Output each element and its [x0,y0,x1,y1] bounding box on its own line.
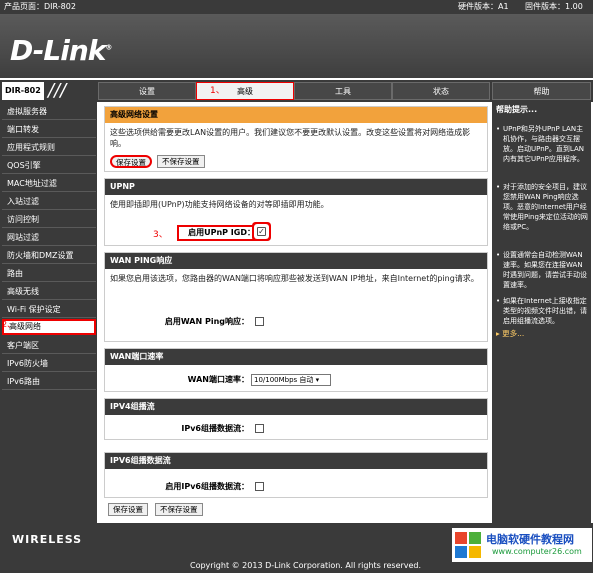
windows-logo-icon [455,532,481,558]
sidebar-item-guest-zone[interactable]: 客户端区 [2,338,96,354]
divider-slashes: /// [48,80,67,101]
section-title-wan-speed: WAN端口速率 [105,349,487,365]
sidebar-item-ipv6-firewall[interactable]: IPv6防火墙 [2,356,96,372]
dlink-logo: D-Link® [10,34,112,67]
upnp-igd-label: 启用UPnP IGD： [177,225,259,241]
sidebar-item-advanced-network[interactable]: 高级网络 [2,319,96,335]
sidebar-item-application-rules[interactable]: 应用程式规则 [2,140,96,156]
sidebar-item-firewall-dmz[interactable]: 防火墙和DMZ设置 [2,248,96,264]
tab-help[interactable]: 帮助 [492,82,591,100]
help-panel: 帮助提示... • UPnP和另外UPnP LAN主机协作，与路由器交互摆放。启动… [492,102,591,523]
top-info-bar: 产品页面：DIR-802 硬件版本：A1 固件版本：1.00 [0,0,593,14]
wan-speed-label: WAN端口速率： [187,375,249,384]
section-title-advanced-network: 高级网络设置 [105,107,487,123]
wan-ping-checkbox[interactable] [255,317,264,326]
ipv4-multicast-section: IPV4组播流 IPv6组播数据流： [104,398,488,440]
section-title-wan-ping: WAN PING响应 [105,253,487,269]
sidebar-item-website-filter[interactable]: 网站过滤 [2,230,96,246]
wan-ping-section: WAN PING响应 如果您启用该选项，您路由器的WAN端口将响应那些被发送到W… [104,252,488,342]
watermark-url: www.computer26.com [492,547,582,556]
upnp-description: 使用即插即用(UPnP)功能支持网络设备的对等即插即用功能。 [110,200,329,209]
watermark-title: 电脑软硬件教程网 [486,533,574,546]
sidebar-item-access-control[interactable]: 访问控制 [2,212,96,228]
upnp-igd-checkbox[interactable]: ✓ [257,227,266,236]
help-more-link[interactable]: ▸ 更多... [496,328,524,339]
wan-speed-select[interactable]: 10/100Mbps 自动 ▾ [251,374,331,386]
dont-save-button-bottom[interactable]: 不保存设置 [155,503,203,516]
firmware-version: 固件版本：1.00 [525,2,583,11]
sidebar-item-mac-filter[interactable]: MAC地址过滤 [2,176,96,192]
sidebar-item-wifi-protected-setup[interactable]: Wi-Fi 保护设定 [2,302,96,318]
save-settings-button[interactable]: 保存设置 [110,155,152,168]
section-title-ipv6-multicast: IPV6组播数据流 [105,453,487,469]
ipv4-multicast-label: IPv6组播数据流： [181,424,249,433]
model-label: DIR-802 [2,82,44,100]
help-tip-wan-ping: • 对于添加的安全项目，建议您禁用WAN Ping响应选项。恶意的Internet… [496,183,588,231]
upnp-section: UPNP 使用即插即用(UPnP)功能支持网络设备的对等即插即用功能。 3、 启… [104,178,488,246]
step-3-annotation: 3、 [153,230,168,240]
wan-ping-label: 启用WAN Ping响应： [164,317,249,326]
wan-port-speed-section: WAN端口速率 WAN端口速率： 10/100Mbps 自动 ▾ [104,348,488,392]
copyright-text: Copyright © 2013 D-Link Corporation. All… [190,561,422,570]
tab-setup[interactable]: 设置 [98,82,196,100]
save-settings-button-bottom[interactable]: 保存设置 [108,503,148,516]
watermark: 电脑软硬件教程网 www.computer26.com [452,528,592,562]
step-1-annotation: 1、 [210,86,225,96]
sidebar-item-advanced-wireless[interactable]: 高级无线 [2,284,96,300]
sidebar-item-inbound-filter[interactable]: 入站过滤 [2,194,96,210]
help-tip-upnp: • UPnP和另外UPnP LAN主机协作，与路由器交互摆放。启动UPnP。直到L… [496,125,584,163]
sidebar-item-port-forwarding[interactable]: 端口转发 [2,122,96,138]
sidebar-item-ipv6-routing[interactable]: IPv6路由 [2,374,96,390]
sidebar-item-virtual-server[interactable]: 虚拟服务器 [2,104,96,120]
advanced-network-section: 高级网络设置 这些选项供给需要更改LAN设置的用户。我们建议您不要更改默认设置。… [104,106,488,172]
tab-status[interactable]: 状态 [392,82,490,100]
sidebar-item-qos-engine[interactable]: QOS引擎 [2,158,96,174]
section-title-upnp: UPNP [105,179,487,195]
step-2-annotation: 2、 [2,320,16,329]
help-title: 帮助提示... [496,105,538,114]
help-tip-wan-speed: • 设置通常会自动检测WAN速率。如果您在连接WAN时遇到问题，请尝试手动设置速率… [496,251,587,289]
wireless-logo: WIRELESS [12,533,83,546]
sidebar-item-routing[interactable]: 路由 [2,266,96,282]
main-content: 高级网络设置 这些选项供给需要更改LAN设置的用户。我们建议您不要更改默认设置。… [100,102,489,523]
dont-save-button[interactable]: 不保存设置 [157,155,205,168]
ipv4-multicast-checkbox[interactable] [255,424,264,433]
hardware-version: 硬件版本：A1 [458,2,509,11]
ipv6-multicast-label: 启用IPv6组播数据流： [165,482,249,491]
help-tip-multicast: • 如果在Internet上接收指定类型的视频文件时出错，请启用组播流选项。 [496,297,587,325]
product-page-label: 产品页面：DIR-802 [4,2,76,11]
wan-ping-description: 如果您启用该选项，您路由器的WAN端口将响应那些被发送到WAN IP地址，来自I… [110,274,479,283]
ipv6-multicast-section: IPV6组播数据流 启用IPv6组播数据流： [104,452,488,498]
section-title-ipv4-multicast: IPV4组播流 [105,399,487,415]
sidebar: 虚拟服务器 端口转发 应用程式规则 QOS引擎 MAC地址过滤 入站过滤 访问控… [0,102,97,523]
advanced-network-description: 这些选项供给需要更改LAN设置的用户。我们建议您不要更改默认设置。改变这些设置将… [110,128,471,148]
ipv6-multicast-checkbox[interactable] [255,482,264,491]
tab-tools[interactable]: 工具 [294,82,392,100]
brand-banner: D-Link® [0,14,593,78]
